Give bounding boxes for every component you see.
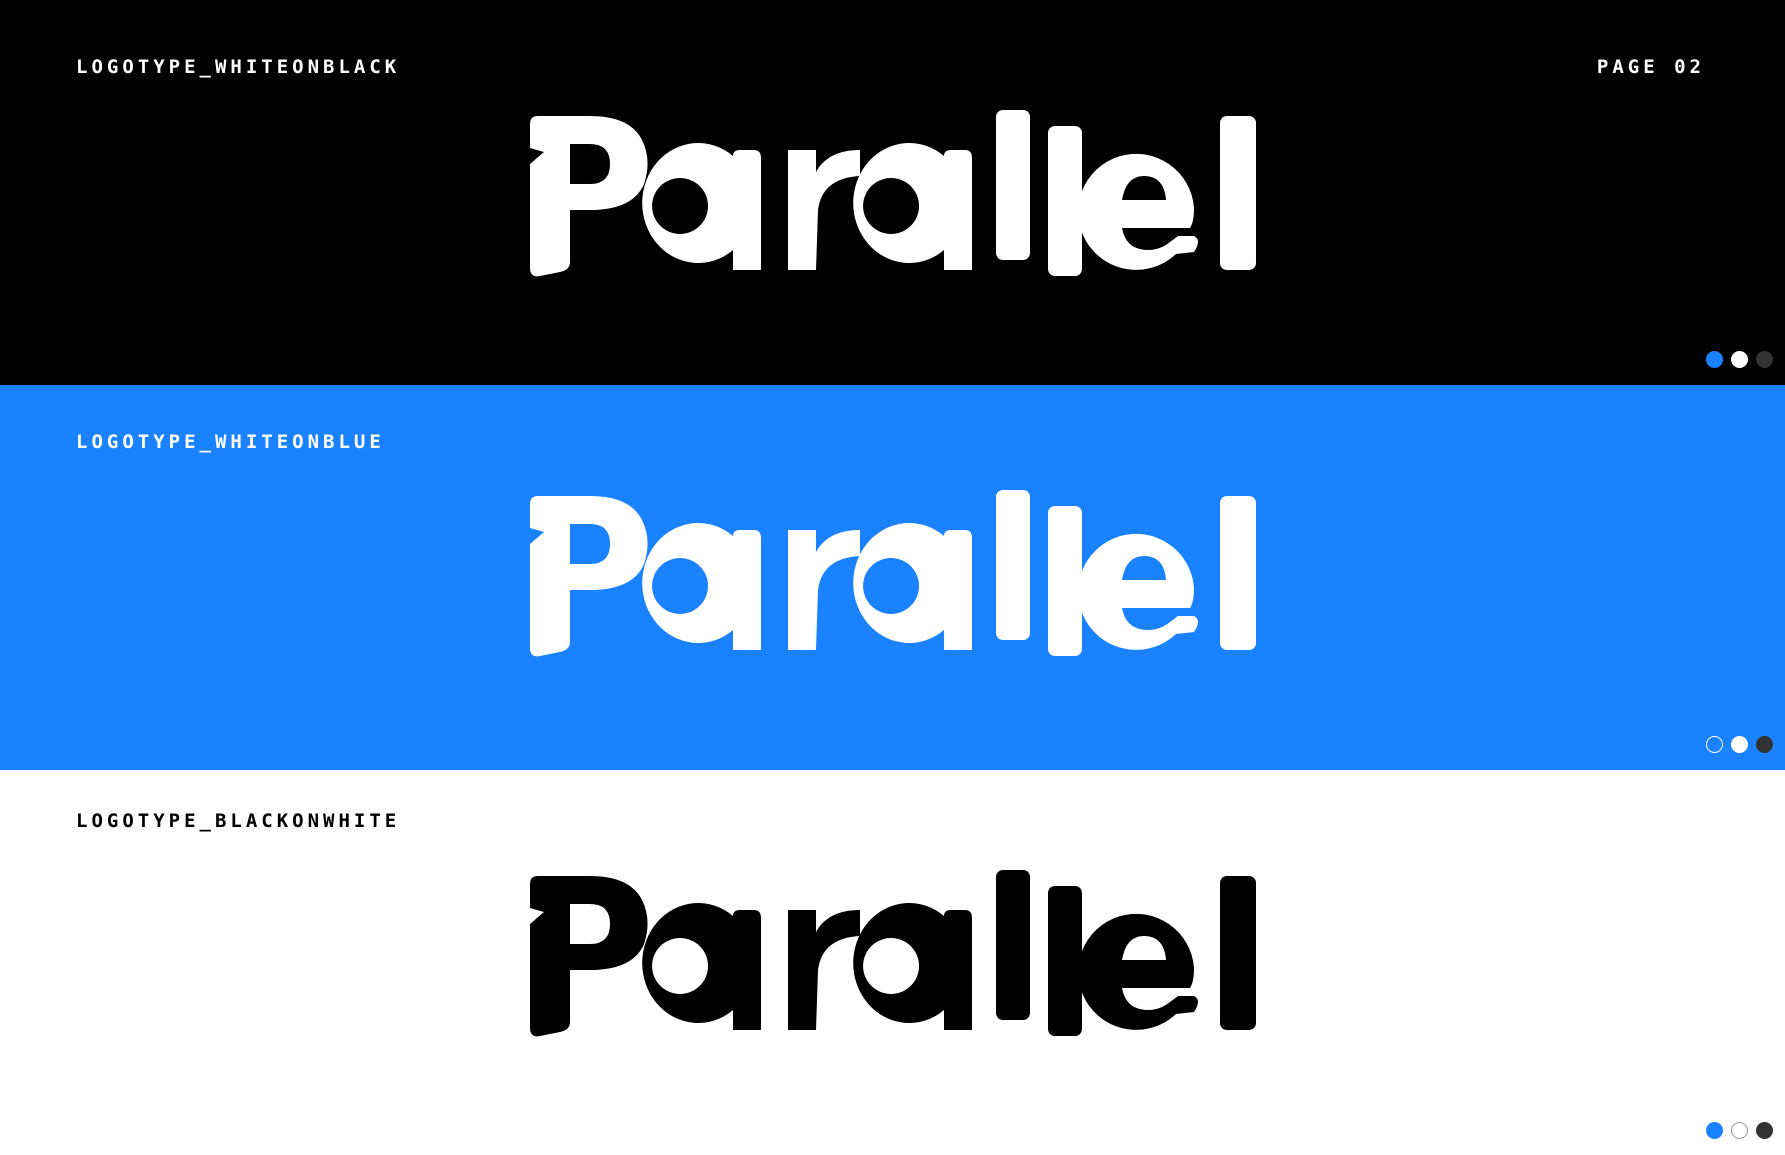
swatch-white-outlined xyxy=(1731,1122,1748,1139)
parallel-logo-white xyxy=(530,110,1260,280)
color-swatches xyxy=(1706,1122,1773,1139)
page-number: PAGE 02 xyxy=(1596,56,1705,78)
parallel-logo-black xyxy=(530,870,1260,1040)
panel-white-on-black: LOGOTYPE_WHITEONBLACK PAGE 02 xyxy=(0,0,1785,385)
panel-label: LOGOTYPE_WHITEONBLACK xyxy=(76,56,401,78)
swatch-white xyxy=(1731,351,1748,368)
swatch-blue xyxy=(1706,1122,1723,1139)
parallel-logo-white xyxy=(530,490,1260,660)
panel-black-on-white: LOGOTYPE_BLACKONWHITE xyxy=(0,770,1785,1155)
panel-label: LOGOTYPE_WHITEONBLUE xyxy=(76,431,385,453)
panel-white-on-blue: LOGOTYPE_WHITEONBLUE xyxy=(0,385,1785,770)
color-swatches xyxy=(1706,736,1773,753)
swatch-blue-outlined xyxy=(1706,736,1723,753)
brand-guideline-page: LOGOTYPE_WHITEONBLACK PAGE 02 LOGOTYPE_W… xyxy=(0,0,1785,1155)
swatch-dark-grey xyxy=(1756,1122,1773,1139)
swatch-white xyxy=(1731,736,1748,753)
color-swatches xyxy=(1706,351,1773,368)
swatch-dark-grey xyxy=(1756,736,1773,753)
swatch-blue xyxy=(1706,351,1723,368)
swatch-dark-grey xyxy=(1756,351,1773,368)
panel-label: LOGOTYPE_BLACKONWHITE xyxy=(76,810,401,832)
